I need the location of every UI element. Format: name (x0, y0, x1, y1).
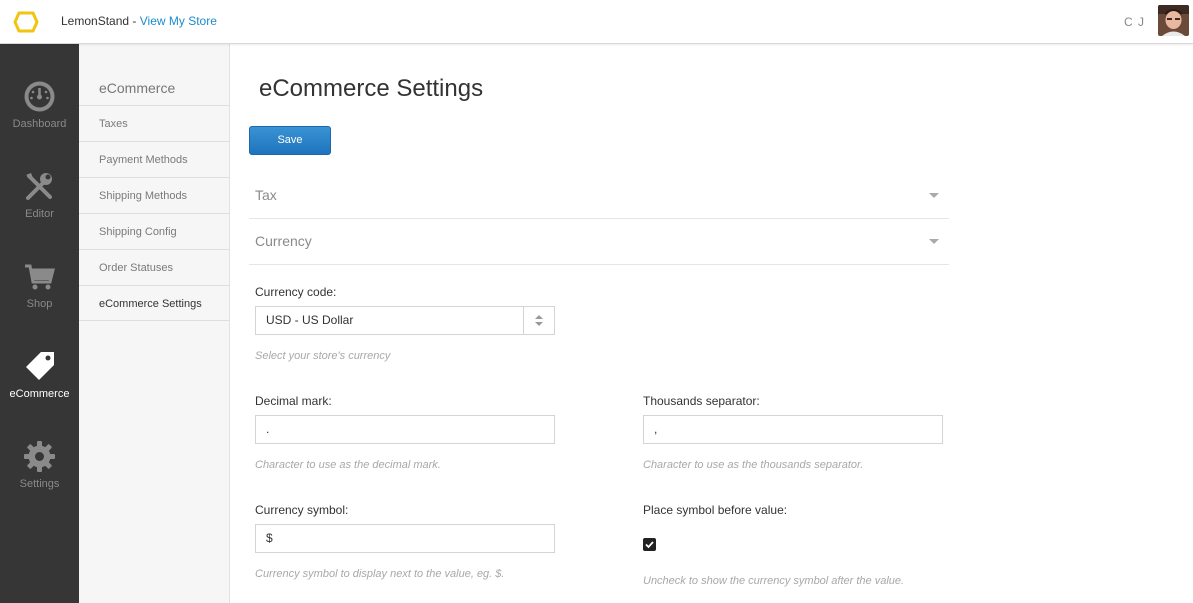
view-store-link[interactable]: View My Store (140, 14, 217, 28)
subnav-item-taxes[interactable]: Taxes (79, 105, 229, 141)
decimal-mark-help: Character to use as the decimal mark. (255, 459, 441, 471)
page-title: eCommerce Settings (259, 75, 484, 102)
tools-icon (26, 173, 52, 200)
select-arrows-icon (523, 307, 554, 334)
nav-ecommerce[interactable]: eCommerce (0, 350, 79, 430)
subnav-list: Taxes Payment Methods Shipping Methods S… (79, 105, 229, 321)
check-icon (645, 541, 654, 549)
nav-label: Settings (19, 478, 60, 490)
brand-name: LemonStand (61, 14, 130, 28)
subnav-item-order-statuses[interactable]: Order Statuses (79, 249, 229, 285)
symbol-before-label: Place symbol before value: (643, 503, 788, 517)
section-currency[interactable]: Currency (249, 219, 949, 265)
lemonstand-logo-icon[interactable] (8, 5, 43, 38)
thousands-separator-input[interactable]: , (643, 415, 943, 444)
tag-icon (26, 352, 54, 380)
currency-code-select[interactable]: USD - US Dollar (255, 306, 555, 335)
primary-nav: Dashboard Editor Shop eCommerce Settings (0, 44, 79, 603)
gauge-icon (24, 81, 55, 112)
nav-label: eCommerce (9, 388, 70, 400)
nav-editor[interactable]: Editor (0, 170, 79, 250)
symbol-before-checkbox[interactable] (643, 538, 656, 551)
currency-code-help: Select your store's currency (255, 350, 391, 362)
secondary-nav: eCommerce Taxes Payment Methods Shipping… (79, 44, 230, 603)
nav-settings[interactable]: Settings (0, 440, 79, 520)
chevron-down-icon (929, 239, 939, 244)
section-tax-title: Tax (255, 187, 277, 203)
gear-icon (24, 441, 55, 472)
nav-dashboard[interactable]: Dashboard (0, 80, 79, 160)
main-content: eCommerce Settings Save Tax Currency Cur… (231, 44, 1193, 603)
chevron-down-icon (929, 193, 939, 198)
subnav-item-shipping-methods[interactable]: Shipping Methods (79, 177, 229, 213)
section-tax[interactable]: Tax (249, 173, 949, 219)
currency-symbol-input[interactable]: $ (255, 524, 555, 553)
subnav-item-payment-methods[interactable]: Payment Methods (79, 141, 229, 177)
decimal-mark-label: Decimal mark: (255, 394, 332, 408)
currency-symbol-label: Currency symbol: (255, 503, 349, 517)
subnav-item-shipping-config[interactable]: Shipping Config (79, 213, 229, 249)
subnav-title: eCommerce (99, 80, 176, 96)
symbol-before-help: Uncheck to show the currency symbol afte… (643, 575, 905, 587)
brand-separator: - (129, 14, 140, 28)
nav-label: Editor (25, 208, 54, 220)
nav-label: Shop (26, 298, 53, 310)
decimal-mark-input[interactable]: . (255, 415, 555, 444)
nav-shop[interactable]: Shop (0, 260, 79, 340)
cart-icon (25, 264, 55, 290)
user-initials[interactable]: C J (1124, 15, 1145, 29)
avatar[interactable] (1158, 5, 1189, 36)
top-bar: LemonStand - View My Store C J (0, 0, 1193, 44)
section-currency-title: Currency (255, 233, 312, 249)
subnav-item-ecommerce-settings[interactable]: eCommerce Settings (79, 285, 229, 321)
brand: LemonStand - View My Store (61, 14, 217, 28)
currency-symbol-help: Currency symbol to display next to the v… (255, 568, 505, 580)
currency-code-label: Currency code: (255, 285, 337, 299)
nav-label: Dashboard (12, 118, 67, 130)
thousands-separator-label: Thousands separator: (643, 394, 760, 408)
thousands-separator-help: Character to use as the thousands separa… (643, 459, 864, 471)
currency-code-value: USD - US Dollar (266, 313, 354, 327)
save-button[interactable]: Save (249, 126, 331, 155)
